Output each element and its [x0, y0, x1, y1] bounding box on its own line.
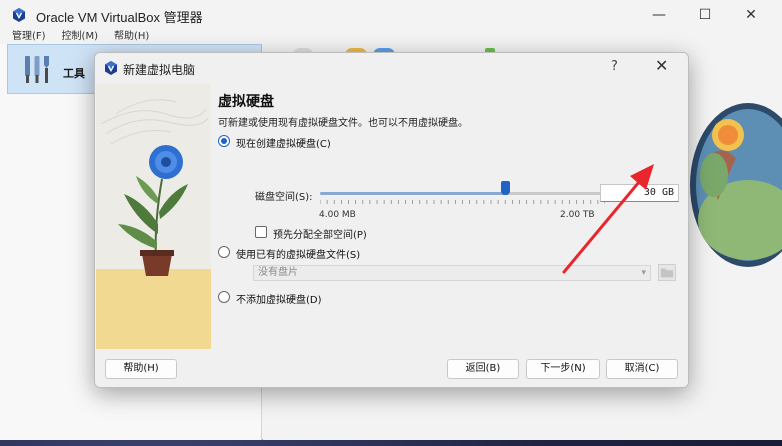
choose-disk-file-button: [658, 264, 676, 281]
menu-help[interactable]: 帮助(H): [114, 30, 149, 44]
wizard-illustration: [96, 84, 211, 349]
close-window-button[interactable]: ✕: [728, 0, 774, 30]
disk-size-slider-fill: [320, 192, 506, 195]
dialog-title: 新建虚拟电脑: [123, 63, 196, 77]
back-button[interactable]: 返回(B): [447, 359, 519, 379]
dialog-titlebar: 新建虚拟电脑 ? ✕: [95, 53, 688, 83]
radio-no-disk-label[interactable]: 不添加虚拟硬盘(D): [236, 291, 322, 306]
slider-min-label: 4.00 MB: [319, 210, 356, 220]
virtualbox-logo-icon: [13, 8, 25, 22]
dialog-close-button[interactable]: ✕: [655, 56, 668, 75]
menubar: 管理(F) 控制(M) 帮助(H): [0, 30, 782, 44]
folder-icon: [660, 268, 674, 278]
disk-size-label: 磁盘空间(S):: [255, 192, 313, 203]
help-button[interactable]: 帮助(H): [105, 359, 177, 379]
cancel-button[interactable]: 取消(C): [606, 359, 678, 379]
welcome-graphic-icon: [690, 103, 782, 267]
window-titlebar: Oracle VM VirtualBox 管理器 — ☐ ✕: [0, 0, 782, 30]
radio-existing-disk-label[interactable]: 使用已有的虚拟硬盘文件(S): [236, 246, 360, 261]
dialog-button-bar: 帮助(H) 返回(B) 下一步(N) 取消(C): [95, 349, 688, 387]
menu-control[interactable]: 控制(M): [62, 30, 98, 44]
minimize-button[interactable]: —: [636, 0, 682, 30]
annotation-arrow-icon: [562, 164, 654, 274]
tools-icon: [25, 56, 49, 83]
page-title: 虚拟硬盘: [218, 94, 274, 110]
page-description: 可新建或使用现有虚拟硬盘文件。也可以不用虚拟硬盘。: [218, 118, 468, 129]
radio-existing-disk[interactable]: [218, 246, 230, 258]
maximize-button[interactable]: ☐: [682, 0, 728, 30]
preallocate-label[interactable]: 预先分配全部空间(P): [273, 226, 367, 241]
virtualbox-logo-icon: [105, 61, 117, 75]
menu-manage[interactable]: 管理(F): [12, 30, 46, 44]
next-button[interactable]: 下一步(N): [526, 359, 600, 379]
radio-create-disk[interactable]: [218, 135, 230, 147]
radio-no-disk[interactable]: [218, 291, 230, 303]
existing-disk-placeholder: 没有盘片: [258, 267, 298, 278]
help-question-icon[interactable]: ?: [611, 59, 618, 74]
tools-label: 工具: [63, 67, 85, 80]
radio-create-disk-label[interactable]: 现在创建虚拟硬盘(C): [236, 135, 331, 150]
disk-size-slider-handle[interactable]: [500, 181, 510, 195]
preallocate-checkbox[interactable]: [255, 226, 267, 238]
window-title: Oracle VM VirtualBox 管理器: [36, 10, 203, 25]
